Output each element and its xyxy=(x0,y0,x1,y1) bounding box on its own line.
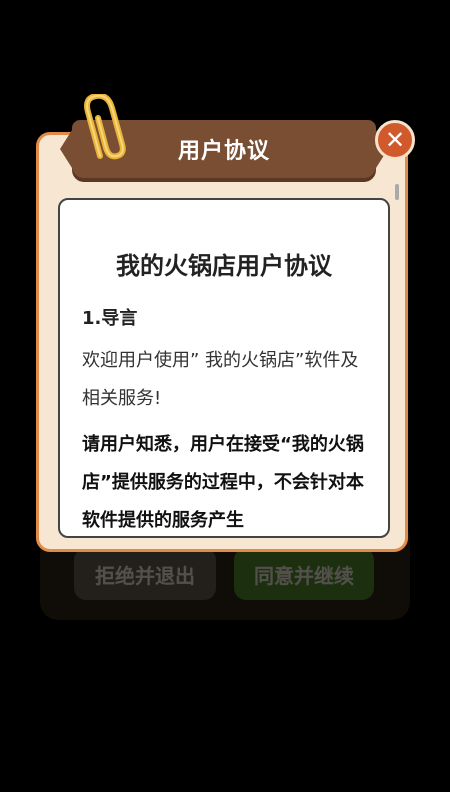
close-icon: ✕ xyxy=(384,126,406,154)
section-heading: 1.导言 xyxy=(82,308,138,329)
agree-and-continue-button: 同意并继续 xyxy=(234,548,374,600)
agreement-title: 我的火锅店用户协议 xyxy=(116,252,332,280)
dialog-title: 用户协议 xyxy=(177,139,270,164)
close-button[interactable]: ✕ xyxy=(375,120,415,160)
welcome-paragraph: 欢迎用户使用” 我的火锅店”软件及相关服务! xyxy=(82,350,359,409)
paperclip-icon xyxy=(84,94,126,160)
reject-and-exit-button: 拒绝并退出 xyxy=(74,548,216,600)
agreement-content[interactable]: 我的火锅店用户协议 1.导言 欢迎用户使用” 我的火锅店”软件及相关服务! 请用… xyxy=(58,198,390,538)
scrollbar[interactable] xyxy=(395,184,399,200)
notice-paragraph: 请用户知悉，用户在接受“我的火锅店”提供服务的过程中，不会针对本软件提供的服务产… xyxy=(82,434,364,531)
